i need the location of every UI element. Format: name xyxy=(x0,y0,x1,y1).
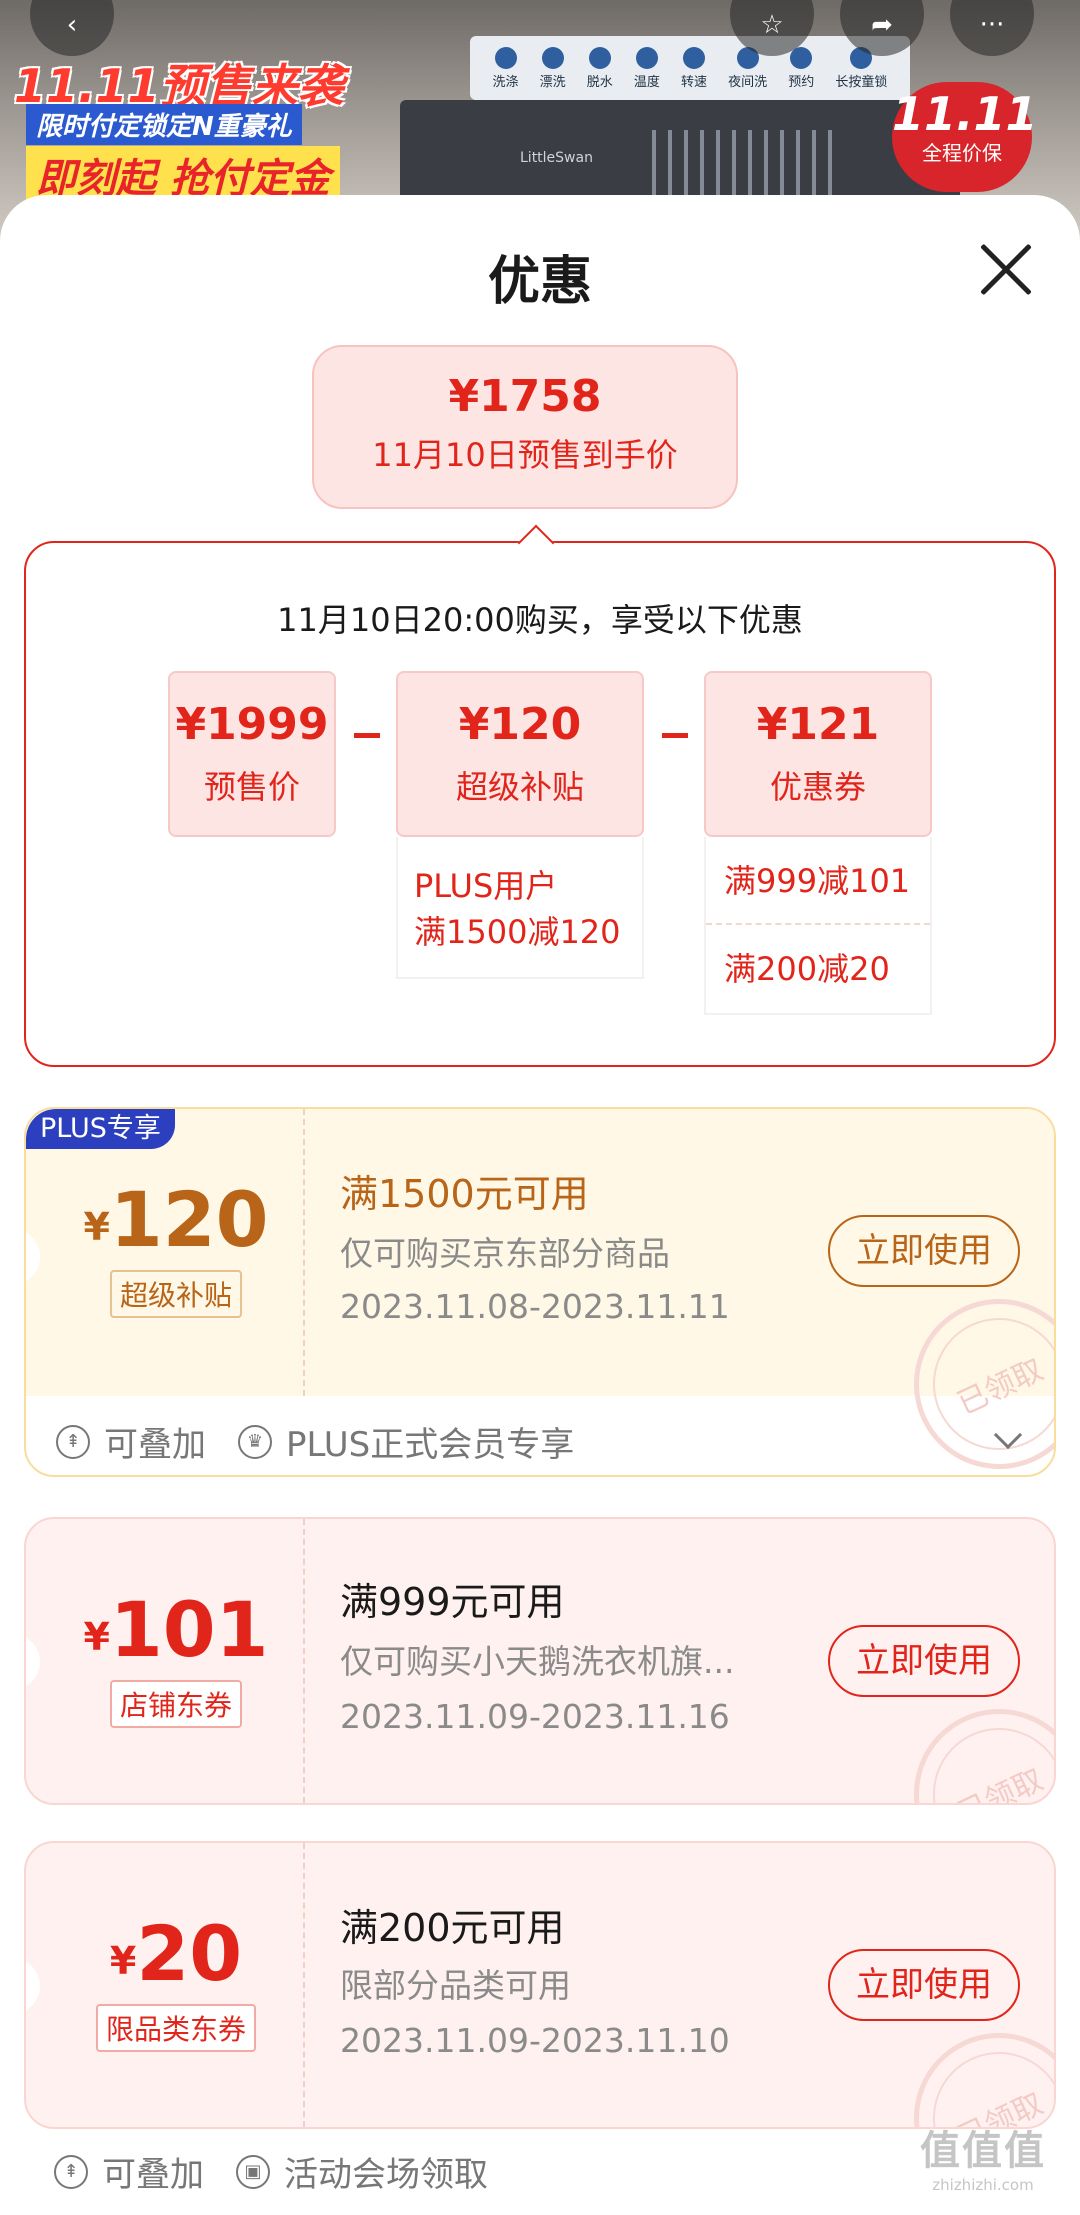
coupon-category-tag: 店铺东券 xyxy=(109,1680,242,1728)
site-watermark: 值值值 zhizhizhi.com xyxy=(920,2118,1046,2194)
coupon-value: 120 xyxy=(109,1175,269,1264)
share-icon: ➦ xyxy=(871,10,893,40)
breakdown-heading: 11月10日20:00购买，享受以下优惠 xyxy=(277,601,803,639)
sheet-title: 优惠 xyxy=(487,252,592,312)
card-divider xyxy=(303,1109,305,1396)
coupon-scope: 仅可购买京东部分商品 xyxy=(340,1234,670,1273)
back-button[interactable]: ‹ xyxy=(30,0,114,56)
coupon-amount: ¥121 xyxy=(756,699,880,750)
coupon-amount: ¥101 店铺东券 xyxy=(56,1585,296,1728)
panel-label: 预约 xyxy=(788,47,814,90)
panel-label: 温度 xyxy=(634,47,660,90)
coupon-detail-line: 满200减20 xyxy=(724,950,890,988)
presale-label: 预售价 xyxy=(203,768,300,806)
subsidy-detail: PLUS用户 满1500减120 xyxy=(396,837,644,979)
watermark-url: zhizhizhi.com xyxy=(932,2176,1034,2194)
final-price-amount: ¥1758 xyxy=(448,371,602,422)
minus-icon xyxy=(662,733,688,738)
panel-label: 转速 xyxy=(681,47,707,90)
coupon-features: ⇞ 可叠加 ♛ PLUS正式会员专享 xyxy=(56,1417,574,1466)
yen-symbol: ¥ xyxy=(83,1615,110,1659)
coupon-card-plus: PLUS专享 ¥120 超级补贴 满1500元可用 仅可购买京东部分商品 202… xyxy=(24,1107,1056,1477)
venue-claim-label: 活动会场领取 xyxy=(284,2155,488,2195)
stackable-label: 可叠加 xyxy=(104,1425,206,1465)
coupon-amount: ¥20 限品类东券 xyxy=(56,1909,296,2052)
panel-label: 漂洗 xyxy=(540,47,566,90)
use-now-button[interactable]: 立即使用 xyxy=(828,1625,1020,1697)
coupon-card-category: ¥20 限品类东券 满200元可用 限部分品类可用 2023.11.09-202… xyxy=(24,1841,1056,2129)
subsidy-box: ¥120 超级补贴 xyxy=(396,671,644,837)
subsidy-detail-line: 满1500减120 xyxy=(414,913,621,951)
coupon-scope: 仅可购买小天鹅洗衣机旗... xyxy=(340,1642,735,1681)
stackable-label: 可叠加 xyxy=(102,2155,204,2195)
coupon-detail-line: 满999减101 xyxy=(706,837,930,925)
ticket-icon: ▣ xyxy=(236,2154,270,2189)
promo-subtitle: 限时付定锁定N重豪礼 xyxy=(26,104,302,145)
coupon-condition: 满999元可用 xyxy=(340,1580,565,1624)
coupon-category-tag: 限品类东券 xyxy=(95,2004,256,2052)
washer-control-panel: 洗涤 漂洗 脱水 温度 转速 夜间洗 预约 长按童锁 xyxy=(470,36,910,100)
use-now-button[interactable]: 立即使用 xyxy=(828,1949,1020,2021)
card-divider xyxy=(303,1843,305,2127)
coupon-amount: ¥120 超级补贴 xyxy=(56,1175,296,1318)
subsidy-amount: ¥120 xyxy=(458,699,582,750)
card-divider xyxy=(303,1519,305,1803)
claimed-stamp-icon: 已领取 xyxy=(886,1681,1054,1803)
presale-price: ¥1999 xyxy=(175,699,329,750)
final-price-label: 11月10日预售到手价 xyxy=(372,436,678,474)
coupon-condition: 满200元可用 xyxy=(340,1906,565,1950)
use-now-button[interactable]: 立即使用 xyxy=(828,1215,1020,1287)
minus-icon xyxy=(354,733,380,738)
panel-label: 洗涤 xyxy=(493,47,519,90)
coupon-value: 101 xyxy=(109,1585,269,1674)
coupon-validity: 2023.11.08-2023.11.11 xyxy=(340,1287,730,1326)
brand-logo: LittleSwan xyxy=(520,150,593,166)
panel-label: 脱水 xyxy=(587,47,613,90)
coupon-scope: 限部分品类可用 xyxy=(340,1966,571,2005)
coupon-condition: 满1500元可用 xyxy=(340,1172,589,1216)
coupon-label: 优惠券 xyxy=(769,768,866,806)
close-icon[interactable] xyxy=(978,241,1034,297)
yen-symbol: ¥ xyxy=(83,1205,110,1249)
stackable-icon: ⇞ xyxy=(54,2154,88,2189)
badge-caption: 全程价保 xyxy=(922,141,1002,165)
card-notch xyxy=(26,1958,40,2014)
badge-1111-text: 11.11 xyxy=(892,87,1038,141)
more-icon: ··· xyxy=(979,10,1005,40)
subsidy-detail-line: PLUS用户 xyxy=(414,867,558,905)
price-protect-badge: 11.11 全程价保 xyxy=(892,82,1038,192)
stackable-icon: ⇞ xyxy=(56,1424,90,1459)
star-icon: ☆ xyxy=(760,10,784,40)
member-only-label: PLUS正式会员专享 xyxy=(286,1425,575,1465)
watermark-logo: 值值值 xyxy=(920,2128,1046,2174)
crown-icon: ♛ xyxy=(238,1424,272,1459)
presale-price-box: ¥1999 预售价 xyxy=(168,671,336,837)
price-breakdown: 11月10日20:00购买，享受以下优惠 ¥1999 预售价 ¥120 超级补贴… xyxy=(24,541,1056,1067)
plus-exclusive-badge: PLUS专享 xyxy=(26,1109,175,1149)
coupon-box: ¥121 优惠券 xyxy=(704,671,932,837)
coupon-validity: 2023.11.09-2023.11.16 xyxy=(340,1697,730,1736)
coupon-card-store: ¥101 店铺东券 满999元可用 仅可购买小天鹅洗衣机旗... 2023.11… xyxy=(24,1517,1056,1805)
coupon-category-tag: 超级补贴 xyxy=(109,1270,242,1318)
chevron-left-icon: ‹ xyxy=(66,10,78,40)
coupon-detail: 满999减101 满200减20 xyxy=(704,837,932,1015)
coupon-features: ⇞ 可叠加 ▣ 活动会场领取 xyxy=(54,2147,488,2196)
coupon-validity: 2023.11.09-2023.11.10 xyxy=(340,2021,730,2060)
claimed-stamp-icon: 已领取 xyxy=(886,2005,1054,2127)
final-price-bubble: ¥1758 11月10日预售到手价 xyxy=(312,345,738,509)
subsidy-label: 超级补贴 xyxy=(455,768,584,806)
more-button[interactable]: ··· xyxy=(950,0,1034,56)
coupon-value: 20 xyxy=(136,1909,243,1998)
discount-sheet: 优惠 ¥1758 11月10日预售到手价 11月10日20:00购买，享受以下优… xyxy=(0,195,1080,2215)
card-notch xyxy=(26,1634,40,1690)
yen-symbol: ¥ xyxy=(109,1939,137,1983)
